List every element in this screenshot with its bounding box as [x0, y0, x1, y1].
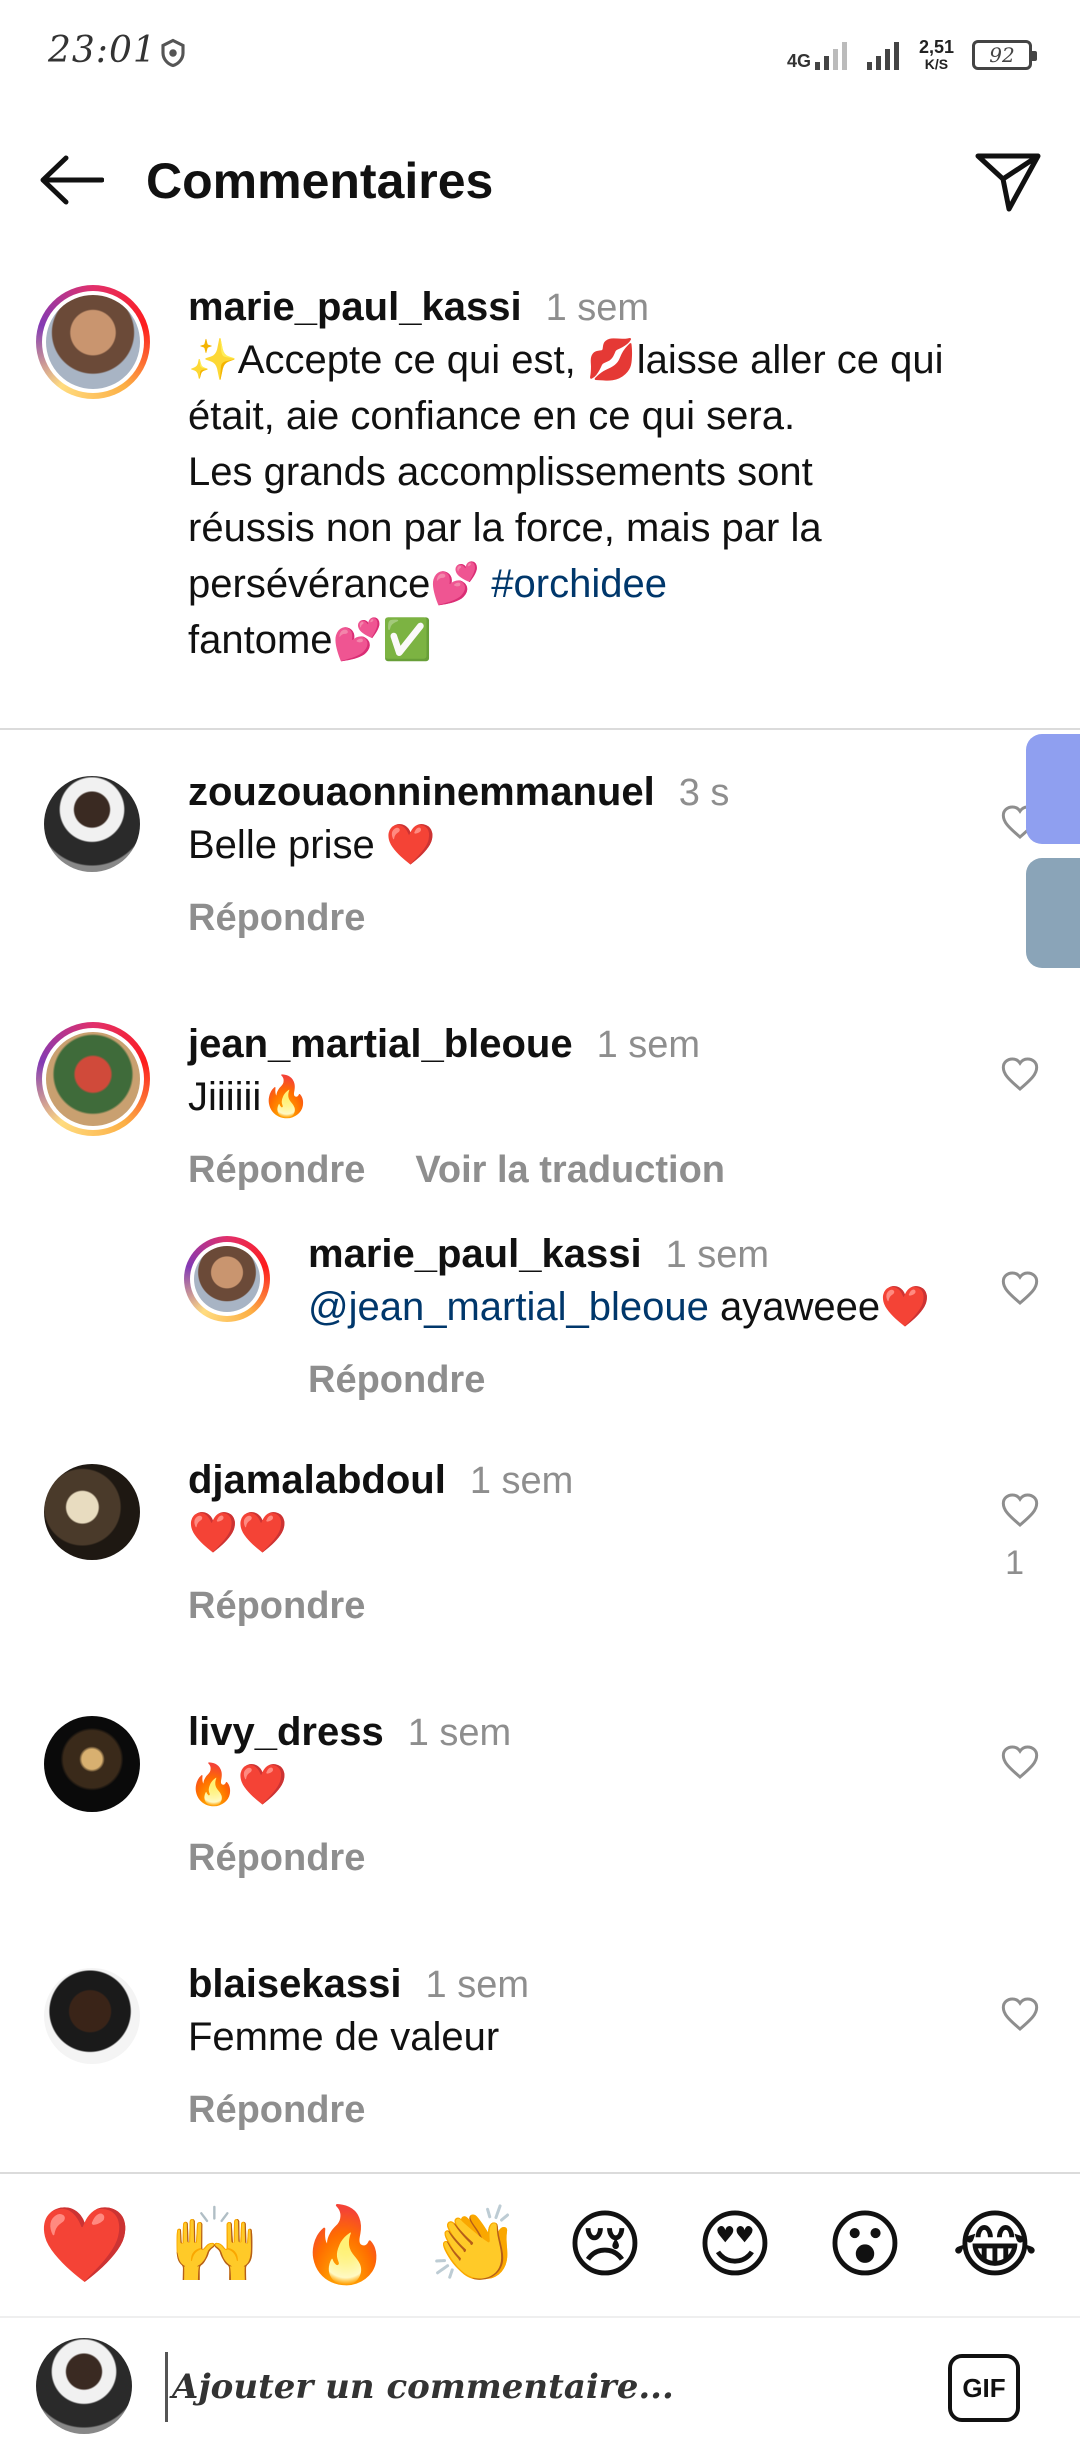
status-time: 23:01 [48, 30, 157, 71]
avatar[interactable] [184, 1236, 270, 1322]
signal-icon [814, 42, 847, 70]
translate-button[interactable]: Voir la traduction [415, 1149, 725, 1192]
emoji-crying-button[interactable]: 😢 [555, 2208, 655, 2282]
avatar[interactable] [44, 1716, 140, 1812]
status-indicators: 4G 2,51 K/S 92 [786, 30, 1037, 80]
reply-button[interactable]: Répondre [188, 1585, 365, 1628]
comment-text: Jiiiiii🔥 [188, 1075, 312, 1119]
avatar[interactable] [44, 776, 140, 872]
emoji-laughing-button[interactable]: 😂 [945, 2208, 1045, 2282]
comment-composer: Ajouter un commentaire... GIF [0, 2320, 1080, 2460]
network-speed: 2,51 K/S [919, 38, 954, 72]
avatar[interactable] [36, 1022, 150, 1136]
reply-button[interactable]: Répondre [188, 1837, 365, 1880]
mention-link[interactable]: @jean_martial_bleoue [308, 1285, 709, 1329]
comment-username[interactable]: livy_dress [188, 1710, 384, 1754]
battery-level: 92 [989, 43, 1015, 67]
caption-body: marie_paul_kassi 1 sem ✨Accepte ce qui es… [188, 285, 948, 668]
status-bar: 23:01 4G 2,51 K/S 92 [0, 0, 1080, 110]
comment-time: 3 s [678, 772, 730, 814]
emoji-reaction-bar: ❤️ 🙌 🔥 👏 😢 😍 😮 😂 [0, 2172, 1080, 2318]
emoji-raised-hands-button[interactable]: 🙌 [165, 2208, 265, 2282]
comment-username[interactable]: djamalabdoul [188, 1458, 446, 1502]
avatar [36, 2338, 132, 2434]
heart-icon[interactable] [1000, 1742, 1040, 1782]
heart-icon[interactable] [1000, 1268, 1040, 1308]
caption-time: 1 sem [545, 287, 650, 329]
emoji-clap-button[interactable]: 👏 [425, 2208, 525, 2282]
shield-icon [161, 38, 185, 68]
reply-text-body: ayaweee❤️ [708, 1285, 930, 1329]
comment-input[interactable]: Ajouter un commentaire... [165, 2352, 865, 2422]
emoji-fire-button[interactable]: 🔥 [295, 2208, 395, 2282]
avatar[interactable] [36, 285, 150, 399]
comment-text: 🔥❤️ [188, 1763, 288, 1807]
heart-icon[interactable] [1000, 1054, 1040, 1094]
avatar[interactable] [44, 1968, 140, 2064]
arrow-left-icon [40, 155, 104, 205]
floating-widget-bottom[interactable] [1026, 858, 1080, 968]
reply-username[interactable]: marie_paul_kassi [308, 1232, 642, 1276]
heart-icon[interactable] [1000, 1994, 1040, 2034]
comment-time: 1 sem [596, 1024, 701, 1066]
emoji-heart-button[interactable]: ❤️ [35, 2208, 135, 2282]
hashtag-link[interactable]: #orchidee [491, 562, 667, 606]
reply-time: 1 sem [665, 1234, 770, 1276]
battery-icon: 92 [972, 40, 1037, 70]
caption-username[interactable]: marie_paul_kassi [188, 285, 522, 329]
floating-widget-top[interactable] [1026, 734, 1080, 844]
comment-text: Belle prise ❤️ [188, 823, 436, 867]
comment-username[interactable]: blaisekassi [188, 1962, 402, 2006]
reply-button[interactable]: Répondre [308, 1359, 485, 1402]
signal-icon-2 [866, 42, 899, 70]
comment-username[interactable]: zouzouaonninemmanuel [188, 770, 655, 814]
avatar[interactable] [44, 1464, 140, 1560]
emoji-heart-eyes-button[interactable]: 😍 [685, 2208, 785, 2282]
comment-time: 1 sem [407, 1712, 512, 1754]
gif-button[interactable]: GIF [948, 2354, 1020, 2422]
emoji-surprised-button[interactable]: 😮 [815, 2208, 915, 2282]
caption-text: ✨Accepte ce qui est, 💋laisse aller ce qu… [188, 332, 948, 668]
comment-text: Femme de valeur [188, 2015, 500, 2059]
page-title: Commentaires [146, 153, 494, 209]
reply-text: @jean_martial_bleoue ayaweee❤️ [308, 1279, 968, 1335]
caption-text-part: fantome💕✅ [188, 618, 433, 662]
divider [0, 728, 1080, 730]
heart-icon[interactable] [1000, 1490, 1040, 1530]
back-button[interactable] [36, 150, 106, 210]
comment-time: 1 sem [469, 1460, 574, 1502]
comment-time: 1 sem [425, 1964, 529, 2006]
comment-username[interactable]: jean_martial_bleoue [188, 1022, 573, 1066]
like-count: 1 [1005, 1544, 1024, 1582]
speed-value: 2,51 [918, 37, 954, 58]
reply-button[interactable]: Répondre [188, 2089, 365, 2132]
comment-text: ❤️❤️ [188, 1511, 288, 1555]
share-button[interactable] [972, 146, 1044, 218]
reply-button[interactable]: Répondre [188, 1149, 365, 1192]
network-type: 4G [786, 51, 811, 71]
reply-button[interactable]: Répondre [188, 897, 365, 940]
caption-text-part: ✨Accepte ce qui est, 💋laisse aller ce qu… [188, 338, 944, 438]
send-icon [975, 153, 1041, 212]
floating-widget[interactable] [1024, 730, 1080, 980]
header: Commentaires [0, 130, 1080, 230]
speed-unit: K/S [924, 56, 949, 73]
